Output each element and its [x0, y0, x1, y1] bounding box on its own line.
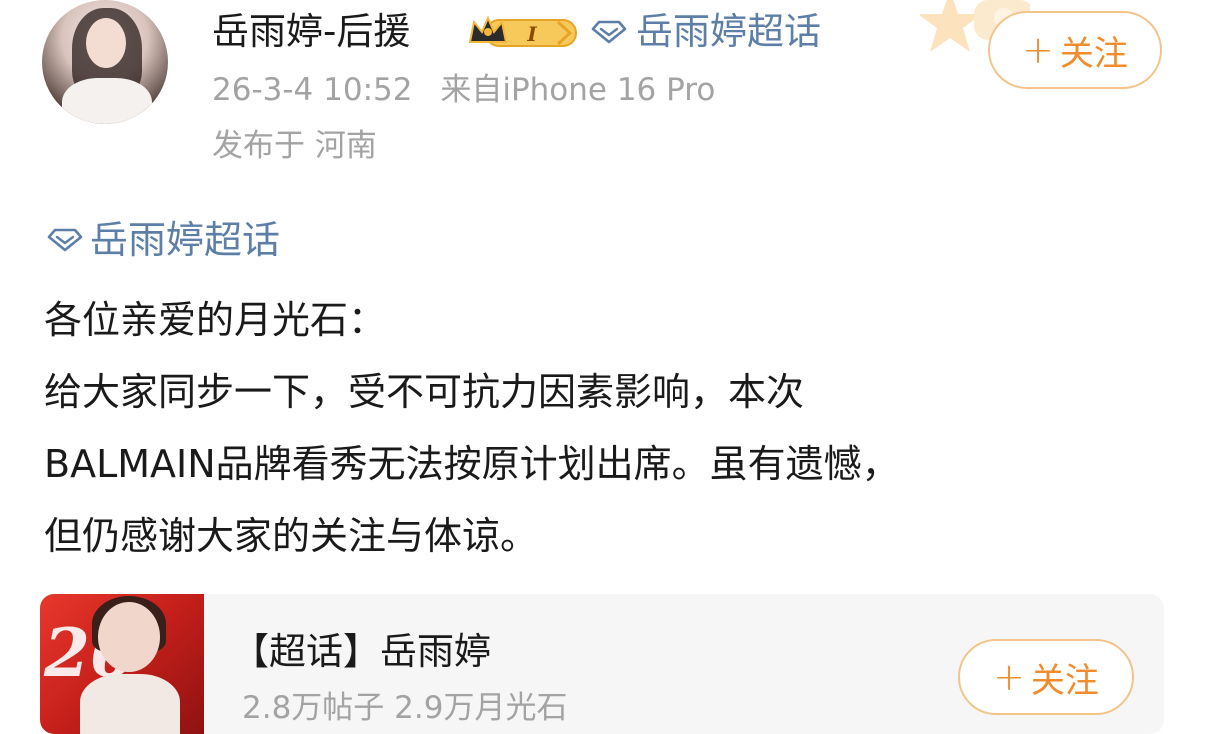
- post-text: 各位亲爱的月光石： 给大家同步一下，受不可抗力因素影响，本次 BALMAIN品牌…: [44, 284, 1144, 572]
- thumbnail-face: [98, 602, 160, 672]
- user-name[interactable]: 岳雨婷-后援: [212, 8, 410, 56]
- post-meta: 26-3-4 10:52 来自iPhone 16 Pro: [212, 68, 715, 112]
- super-topic-link-text: 岳雨婷超话: [636, 10, 821, 53]
- super-topic-diamond-icon: [47, 228, 83, 252]
- plus-icon: +: [1022, 28, 1054, 72]
- follow-button-label: 关注: [1059, 33, 1128, 74]
- post-text-line: BALMAIN品牌看秀无法按原计划出席。虽有遗憾，: [44, 442, 900, 486]
- super-topic-card-stats: 2.8万帖子 2.9万月光石: [242, 690, 568, 726]
- super-topic-tag-text: 岳雨婷超话: [90, 218, 281, 262]
- super-topic-follow-button[interactable]: + 关注: [958, 639, 1134, 715]
- thumbnail-body: [80, 674, 180, 734]
- super-topic-card-title: 【超话】岳雨婷: [232, 630, 491, 673]
- super-topic-tag[interactable]: 岳雨婷超话: [46, 214, 280, 266]
- badge-level-text: I: [526, 22, 537, 46]
- fan-level-badge[interactable]: I: [466, 12, 578, 52]
- super-topic-follow-label: 关注: [1030, 660, 1099, 701]
- post-text-line: 但仍感谢大家的关注与体谅。: [44, 514, 539, 558]
- super-topic-card[interactable]: 26 【超话】岳雨婷 2.8万帖子 2.9万月光石 + 关注: [40, 594, 1164, 734]
- super-topic-thumbnail: 26: [40, 594, 204, 734]
- follow-button[interactable]: + 关注: [988, 11, 1162, 89]
- crown-icon: I: [468, 15, 577, 47]
- avatar-dress: [62, 78, 152, 124]
- post-timestamp: 26-3-4 10:52: [212, 72, 413, 108]
- super-topic-diamond-icon: [591, 20, 627, 44]
- plus-icon: +: [993, 655, 1025, 699]
- post-source: 来自iPhone 16 Pro: [440, 72, 716, 108]
- post-text-line: 各位亲爱的月光石：: [44, 298, 387, 342]
- super-topic-link-header[interactable]: 岳雨婷超话: [590, 8, 821, 56]
- avatar-face: [86, 18, 126, 68]
- post-location: 发布于 河南: [212, 128, 377, 164]
- user-avatar[interactable]: [42, 0, 168, 124]
- post-text-line: 给大家同步一下，受不可抗力因素影响，本次: [44, 370, 805, 414]
